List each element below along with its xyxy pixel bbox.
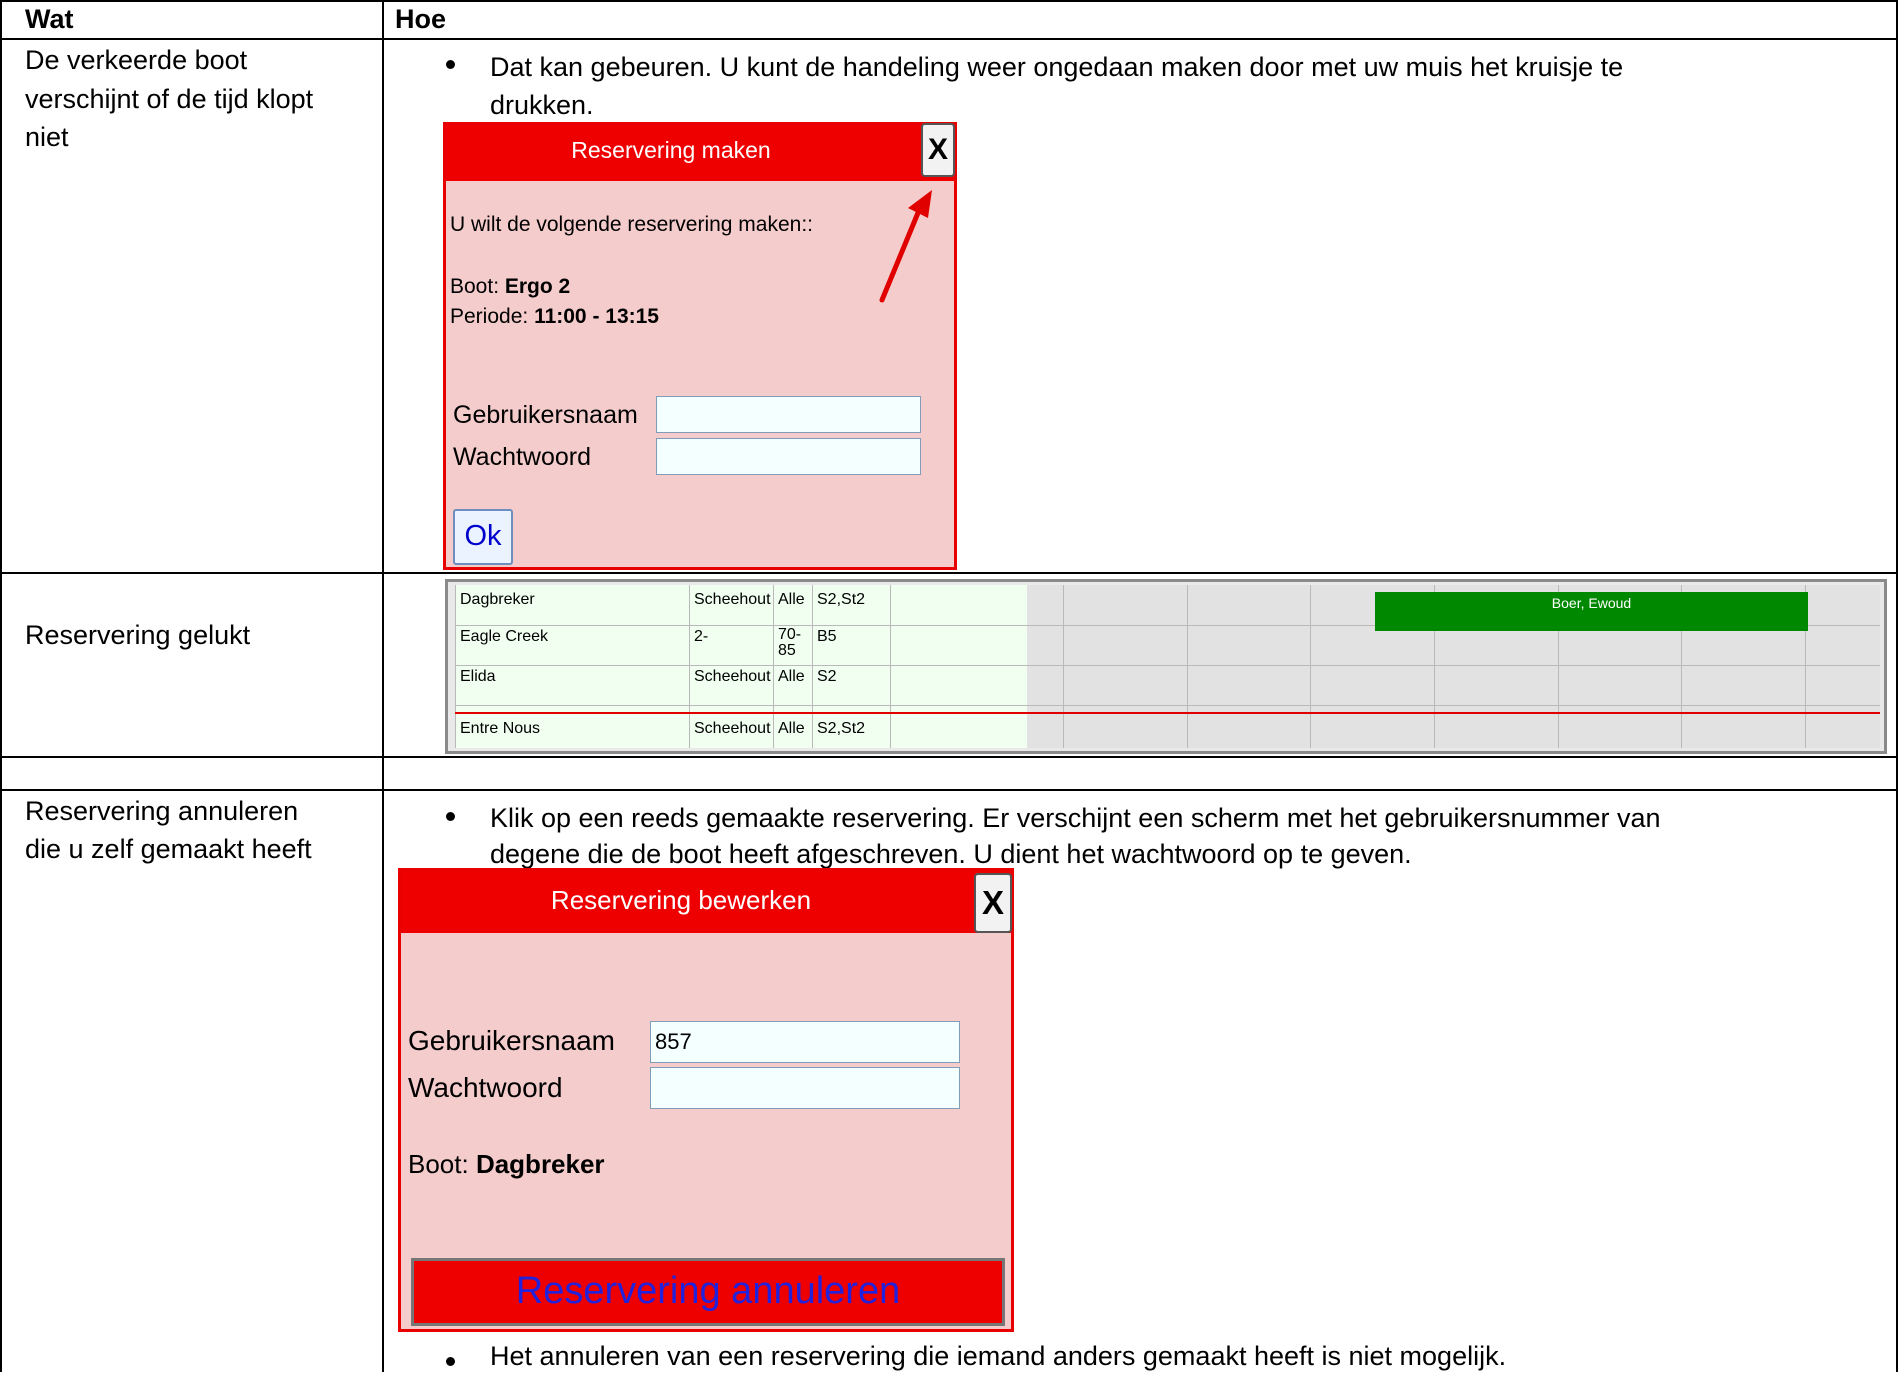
table-column-divider	[382, 0, 384, 1372]
boat-row[interactable]: Eagle Creek 2- 70- 85 B5	[455, 627, 1880, 667]
row1-hoe-line2: drukken.	[490, 90, 594, 120]
row4-hoe-line1: Klik op een reeds gemaakte reservering. …	[490, 803, 1661, 833]
planning-grid-body: Dagbreker Scheehout Alle S2,St2 Eagle Cr…	[455, 585, 1880, 748]
ok-button[interactable]: Ok	[453, 509, 513, 565]
edit-reservation-dialog: Reservering bewerken X Gebruikersnaam 85…	[398, 868, 1014, 1332]
red-arrow-icon	[879, 190, 932, 303]
row4-wat-line2: die u zelf gemaakt heeft	[25, 834, 312, 864]
row1-wat-line2: verschijnt of de tijd klopt	[25, 84, 314, 114]
boat-type: Scheehout	[694, 591, 771, 608]
boat-name: Entre Nous	[460, 720, 541, 737]
table-divider	[0, 789, 1898, 791]
boot-line: Boot: Ergo 2	[450, 275, 570, 299]
dialog-intro: U wilt de volgende reservering maken::	[450, 213, 814, 236]
boat-cert: S2,St2	[817, 591, 866, 608]
password-label: Wachtwoord	[453, 443, 592, 471]
bullet-icon	[446, 812, 455, 821]
row4-hoe-line2: degene die de boot heeft afgeschreven. U…	[490, 839, 1412, 869]
password-field[interactable]	[656, 438, 921, 475]
planning-grid: Dagbreker Scheehout Alle S2,St2 Eagle Cr…	[445, 579, 1887, 754]
periode-line: Periode: 11:00 - 13:15	[450, 305, 659, 329]
close-button[interactable]: X	[974, 873, 1012, 933]
row1-wat-line3: niet	[25, 122, 69, 152]
row4-note: Het annuleren van een reservering die ie…	[490, 1341, 1507, 1371]
table-divider	[0, 572, 1898, 574]
boat-weight: Alle	[778, 720, 805, 737]
username-label: Gebruikersnaam	[408, 1025, 615, 1056]
boat-name: Dagbreker	[460, 591, 535, 608]
dialog-title: Reservering bewerken	[550, 885, 812, 915]
bullet-icon	[446, 60, 455, 69]
boat-row[interactable]: Elida Scheehout Alle S2	[455, 667, 1880, 707]
boat-type: 2-	[694, 628, 709, 645]
boat-name: Elida	[460, 668, 496, 685]
row4-wat-line1: Reservering annuleren	[25, 796, 299, 826]
username-label: Gebruikersnaam	[453, 401, 638, 429]
boat-type: Scheehout	[694, 720, 771, 737]
row2-wat: Reservering gelukt	[25, 620, 251, 650]
document-page: Wat Hoe De verkeerde boot verschijnt of …	[0, 0, 1898, 1372]
boat-weight: 70- 85	[778, 627, 802, 659]
boat-type: Scheehout	[694, 668, 771, 685]
bullet-icon	[446, 1357, 455, 1366]
periode-value: 11:00 - 13:15	[534, 305, 659, 328]
boat-cert: S2	[817, 668, 837, 685]
table-divider	[0, 38, 1898, 40]
cancel-reservation-button[interactable]: Reservering annuleren	[411, 1258, 1005, 1326]
boat-cert: B5	[817, 628, 837, 645]
boot-label: Boot:	[408, 1149, 476, 1179]
table-divider	[0, 756, 1898, 758]
table-border-top	[0, 0, 1898, 2]
password-label: Wachtwoord	[408, 1072, 563, 1103]
boot-label: Boot:	[450, 275, 505, 298]
boat-weight: Alle	[778, 668, 805, 685]
boot-line: Boot: Dagbreker	[408, 1149, 605, 1180]
reservation-block[interactable]: Boer, Ewoud	[1375, 592, 1808, 631]
row1-wat-line1: De verkeerde boot	[25, 45, 248, 75]
boot-value: Dagbreker	[475, 1149, 605, 1179]
periode-label: Periode:	[450, 305, 535, 328]
close-button[interactable]: X	[921, 123, 955, 177]
header-hoe: Hoe	[395, 4, 447, 34]
username-field[interactable]: 857	[650, 1021, 960, 1063]
password-field[interactable]	[650, 1067, 960, 1109]
boat-cert: S2,St2	[817, 720, 866, 737]
boot-value: Ergo 2	[504, 275, 571, 298]
boat-name: Eagle Creek	[460, 628, 549, 645]
current-time-line	[455, 712, 1880, 714]
username-field[interactable]	[656, 396, 921, 433]
boat-weight: Alle	[778, 591, 805, 608]
dialog-title: Reservering maken	[571, 137, 771, 163]
row1-hoe-line1: Dat kan gebeuren. U kunt de handeling we…	[490, 52, 1624, 82]
table-border-left	[0, 0, 2, 1372]
header-wat: Wat	[25, 4, 74, 34]
boat-row[interactable]: Entre Nous Scheehout Alle S2,St2	[455, 716, 1880, 756]
